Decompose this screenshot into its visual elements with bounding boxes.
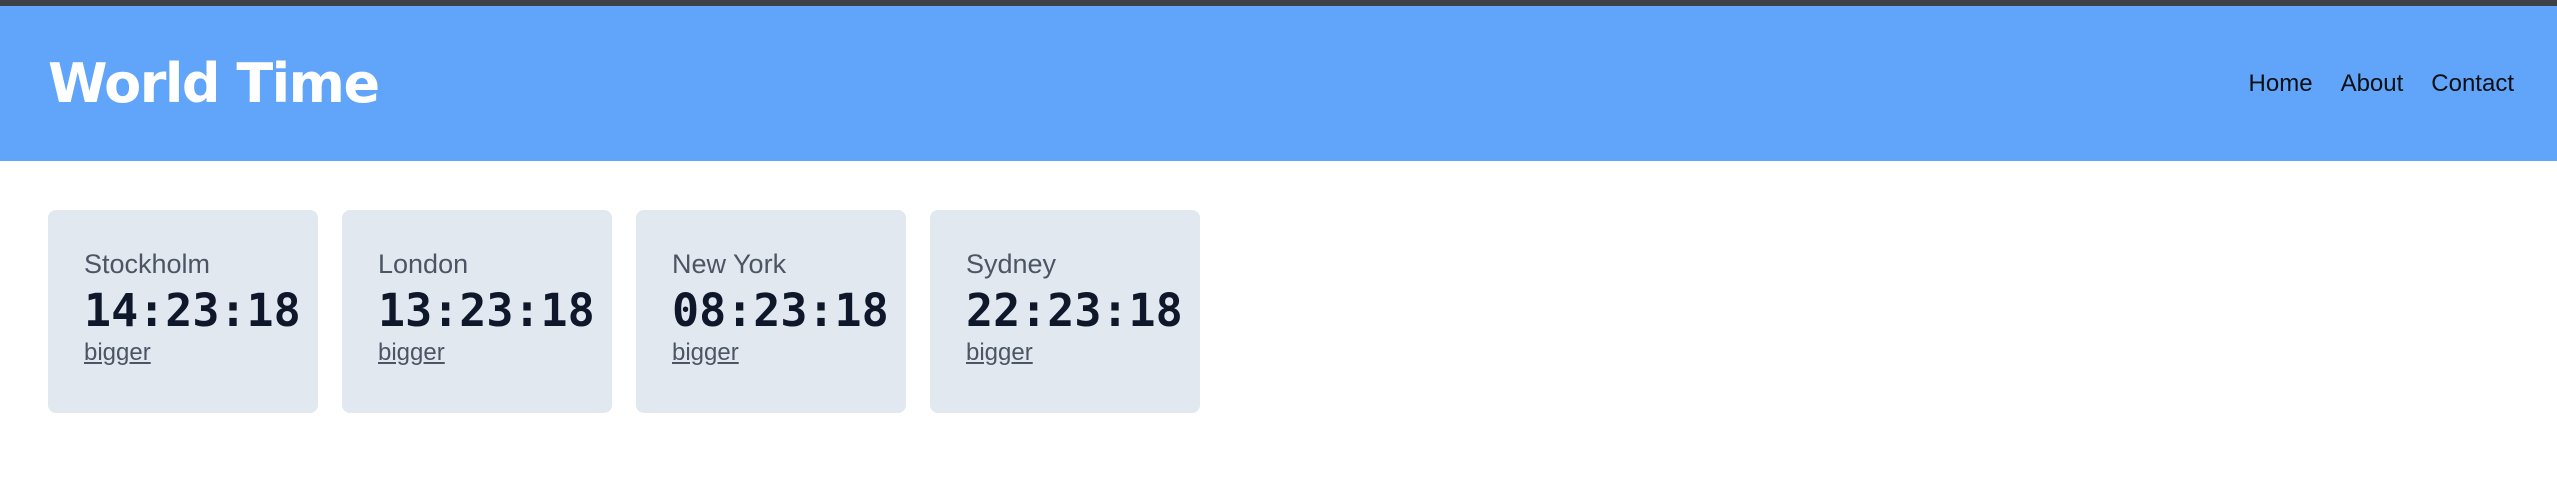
site-header: World Time Home About Contact	[0, 6, 2557, 161]
clock-card-stockholm: Stockholm 14:23:18 bigger	[48, 210, 318, 413]
nav-link-about[interactable]: About	[2341, 70, 2404, 98]
city-name: Stockholm	[84, 249, 211, 279]
bigger-link[interactable]: bigger	[378, 339, 445, 367]
bigger-link[interactable]: bigger	[966, 339, 1033, 367]
clock-time: 13:23:18	[378, 283, 595, 337]
clock-card-new-york: New York 08:23:18 bigger	[636, 210, 906, 413]
nav-link-home[interactable]: Home	[2249, 70, 2313, 98]
city-name: Sydney	[966, 249, 1057, 279]
clock-card-sydney: Sydney 22:23:18 bigger	[930, 210, 1200, 413]
bigger-link[interactable]: bigger	[84, 339, 151, 367]
main-nav: Home About Contact	[2249, 70, 2514, 98]
city-name: New York	[672, 249, 787, 279]
site-title: World Time	[48, 52, 380, 115]
clock-time: 14:23:18	[84, 283, 301, 337]
clock-time: 08:23:18	[672, 283, 889, 337]
clock-time: 22:23:18	[966, 283, 1183, 337]
bigger-link[interactable]: bigger	[672, 339, 739, 367]
nav-link-contact[interactable]: Contact	[2431, 70, 2514, 98]
clock-card-london: London 13:23:18 bigger	[342, 210, 612, 413]
clock-cards: Stockholm 14:23:18 bigger London 13:23:1…	[0, 161, 2557, 462]
city-name: London	[378, 249, 469, 279]
